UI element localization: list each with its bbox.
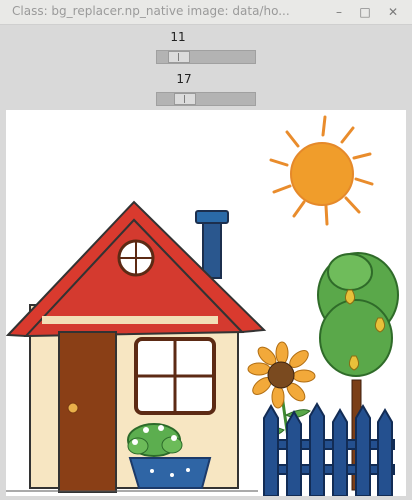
attic-window [117, 239, 155, 277]
fence-icon [263, 402, 395, 496]
slider-1-track[interactable] [156, 50, 256, 64]
window-titlebar: Class: bg_replacer.np_native image: data… [0, 0, 412, 25]
slider-2-value: 17 [176, 72, 192, 86]
house-door [58, 331, 117, 493]
slider-2: 17 [156, 72, 256, 112]
sunflower-icon [247, 341, 316, 451]
minimize-icon[interactable]: – [330, 3, 348, 21]
slider-2-handle[interactable] [174, 93, 196, 105]
slider-2-track[interactable] [156, 92, 256, 106]
close-icon[interactable]: ✕ [384, 3, 402, 21]
sun-icon [269, 115, 374, 226]
maximize-icon[interactable]: □ [356, 3, 374, 21]
slider-1-handle[interactable] [168, 51, 190, 63]
slider-1: 11 [156, 30, 256, 70]
window-title: Class: bg_replacer.np_native image: data… [12, 4, 290, 18]
image-canvas [6, 110, 406, 496]
slider-1-value: 11 [170, 30, 186, 44]
house-drawing [6, 115, 399, 496]
house-window [134, 337, 216, 415]
